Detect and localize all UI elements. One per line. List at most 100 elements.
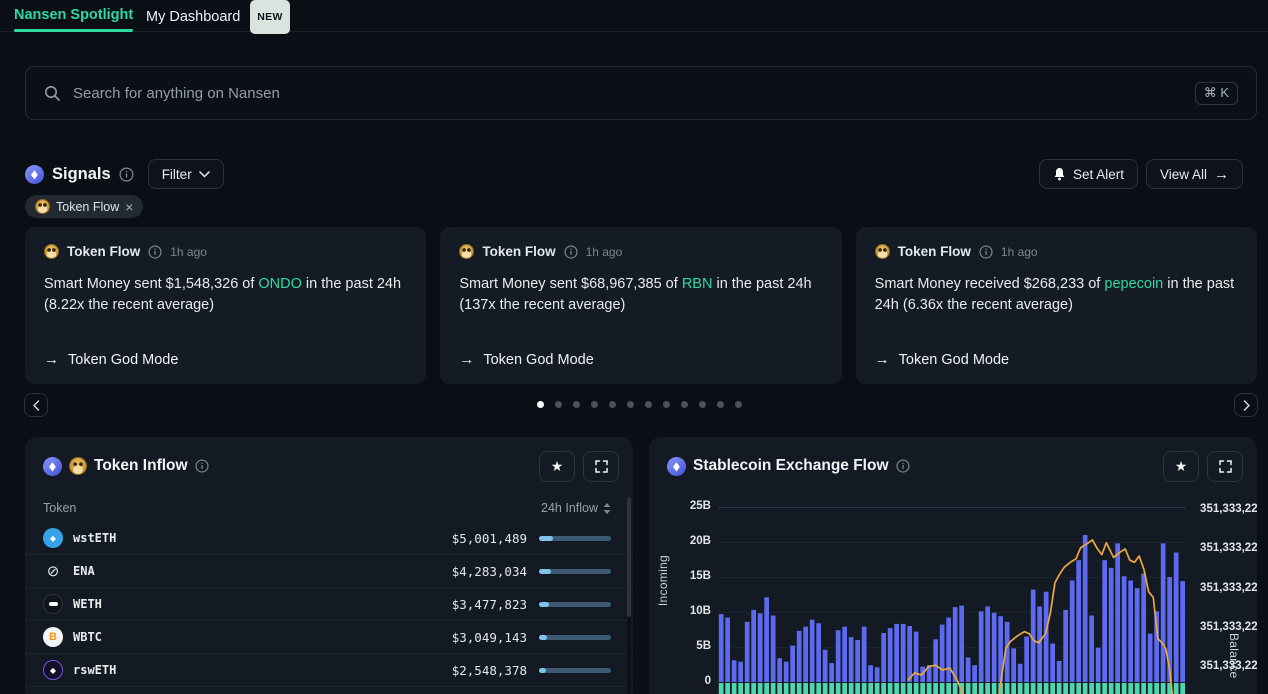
incoming-bar — [966, 658, 971, 683]
incoming-bar — [907, 626, 912, 682]
carousel-prev-button[interactable] — [24, 393, 48, 417]
signal-token-link[interactable]: RBN — [682, 276, 713, 292]
signal-card[interactable]: Token Flow1h agoSmart Money sent $68,967… — [440, 227, 841, 384]
incoming-bar — [868, 665, 873, 682]
outgoing-bar — [764, 683, 769, 694]
outgoing-bar — [972, 683, 977, 694]
outgoing-bar — [862, 683, 867, 694]
inflow-bar — [539, 536, 611, 541]
carousel-dot[interactable] — [717, 401, 724, 408]
outgoing-bar — [946, 683, 951, 694]
info-icon[interactable] — [148, 245, 162, 259]
token-icon-ena: ⊘ — [43, 561, 63, 581]
info-icon[interactable] — [564, 245, 578, 259]
carousel-dot[interactable] — [537, 401, 544, 408]
token-name: wstETH — [73, 531, 116, 545]
incoming-bar — [1174, 553, 1179, 683]
token-god-mode-link[interactable]: →Token God Mode — [459, 351, 593, 368]
token-god-mode-link[interactable]: →Token God Mode — [44, 351, 178, 368]
table-row[interactable]: BWBTC$3,049,143 — [25, 621, 633, 654]
signal-card[interactable]: Token Flow1h agoSmart Money sent $1,548,… — [25, 227, 426, 384]
global-search[interactable]: Search for anything on Nansen ⌘ K — [25, 66, 1257, 120]
incoming-bar — [1102, 560, 1107, 682]
token-name: WBTC — [73, 630, 102, 644]
star-icon: ★ — [551, 458, 564, 475]
column-24h-inflow[interactable]: 24h Inflow — [541, 501, 611, 515]
expand-button[interactable] — [583, 451, 619, 482]
info-icon[interactable] — [195, 459, 209, 473]
outgoing-bar — [914, 683, 919, 694]
column-token[interactable]: Token — [43, 501, 76, 515]
carousel-dot[interactable] — [591, 401, 598, 408]
chip-close-icon[interactable]: × — [125, 200, 133, 214]
chart-plot-area[interactable] — [718, 507, 1186, 694]
incoming-bar — [777, 658, 782, 682]
carousel-dot[interactable] — [735, 401, 742, 408]
outgoing-bar — [771, 683, 776, 694]
favorite-button[interactable]: ★ — [539, 451, 575, 482]
axis-label-balance: Balance — [1227, 633, 1241, 678]
table-row[interactable]: ⊘ENA$4,283,034 — [25, 555, 633, 588]
table-row[interactable]: ◆wstETH$5,001,489 — [25, 522, 633, 555]
signal-cards: Token Flow1h agoSmart Money sent $1,548,… — [25, 227, 1257, 384]
outgoing-bar — [933, 683, 938, 694]
monkey-icon — [44, 244, 59, 259]
carousel-dot[interactable] — [555, 401, 562, 408]
outgoing-bar — [1083, 683, 1088, 694]
carousel-dot[interactable] — [663, 401, 670, 408]
right-axis-tick: 351,333,226 — [1200, 503, 1257, 515]
outgoing-bar — [1063, 683, 1068, 694]
outgoing-bar — [1096, 683, 1101, 694]
carousel-dot[interactable] — [627, 401, 634, 408]
carousel-dot[interactable] — [681, 401, 688, 408]
tab-nansen-spotlight[interactable]: Nansen Spotlight — [14, 0, 133, 31]
arrow-right-icon: → — [44, 351, 59, 368]
search-placeholder: Search for anything on Nansen — [73, 85, 1195, 102]
top-nav: Nansen Spotlight My DashboardNEW — [0, 0, 1268, 32]
outgoing-bar — [1174, 683, 1179, 694]
set-alert-label: Set Alert — [1073, 167, 1124, 182]
coin-glyph: ◆ — [50, 666, 56, 675]
outgoing-bar — [868, 683, 873, 694]
info-icon[interactable] — [119, 167, 134, 182]
inflow-bar — [539, 635, 611, 640]
carousel-dot[interactable] — [609, 401, 616, 408]
incoming-bar — [1161, 543, 1166, 682]
outgoing-bar — [1109, 683, 1114, 694]
outgoing-bar — [829, 683, 834, 694]
inflow-bar — [539, 569, 611, 574]
carousel-next-button[interactable] — [1234, 393, 1258, 417]
incoming-bar — [972, 665, 977, 682]
carousel-dot[interactable] — [573, 401, 580, 408]
view-all-button[interactable]: View All → — [1146, 159, 1243, 189]
outgoing-bar — [810, 683, 815, 694]
signal-timestamp: 1h ago — [1001, 245, 1038, 259]
incoming-bar — [1180, 581, 1185, 682]
tab-my-dashboard[interactable]: My DashboardNEW — [146, 0, 290, 31]
signal-type-label: Token Flow — [898, 244, 971, 259]
outgoing-bar — [751, 683, 756, 694]
incoming-bar — [1024, 637, 1029, 683]
signal-token-link[interactable]: pepecoin — [1104, 276, 1163, 292]
outgoing-bar — [790, 683, 795, 694]
token-flow-chip[interactable]: Token Flow × — [25, 195, 143, 218]
set-alert-button[interactable]: Set Alert — [1039, 159, 1138, 189]
filter-button[interactable]: Filter — [148, 159, 224, 189]
table-row[interactable]: ◆rswETH$2,548,378 — [25, 654, 633, 687]
carousel-dot[interactable] — [699, 401, 706, 408]
incoming-bar — [946, 618, 951, 682]
signal-card[interactable]: Token Flow1h agoSmart Money received $26… — [856, 227, 1257, 384]
signal-token-link[interactable]: ONDO — [258, 276, 302, 292]
incoming-bar — [784, 662, 789, 682]
panel-scrollbar[interactable] — [627, 497, 631, 694]
stablecoin-flow-chart[interactable]: 25B20B15B10B5B0351,333,226351,333,226351… — [649, 437, 1257, 694]
signal-text: Smart Money sent $68,967,385 of RBN in t… — [459, 274, 822, 316]
incoming-bar — [849, 637, 854, 682]
outgoing-bar — [836, 683, 841, 694]
incoming-bar — [842, 627, 847, 682]
info-icon[interactable] — [979, 245, 993, 259]
weth-glyph — [49, 602, 58, 606]
carousel-dot[interactable] — [645, 401, 652, 408]
token-god-mode-link[interactable]: →Token God Mode — [875, 351, 1009, 368]
table-row[interactable]: WETH$3,477,823 — [25, 588, 633, 621]
